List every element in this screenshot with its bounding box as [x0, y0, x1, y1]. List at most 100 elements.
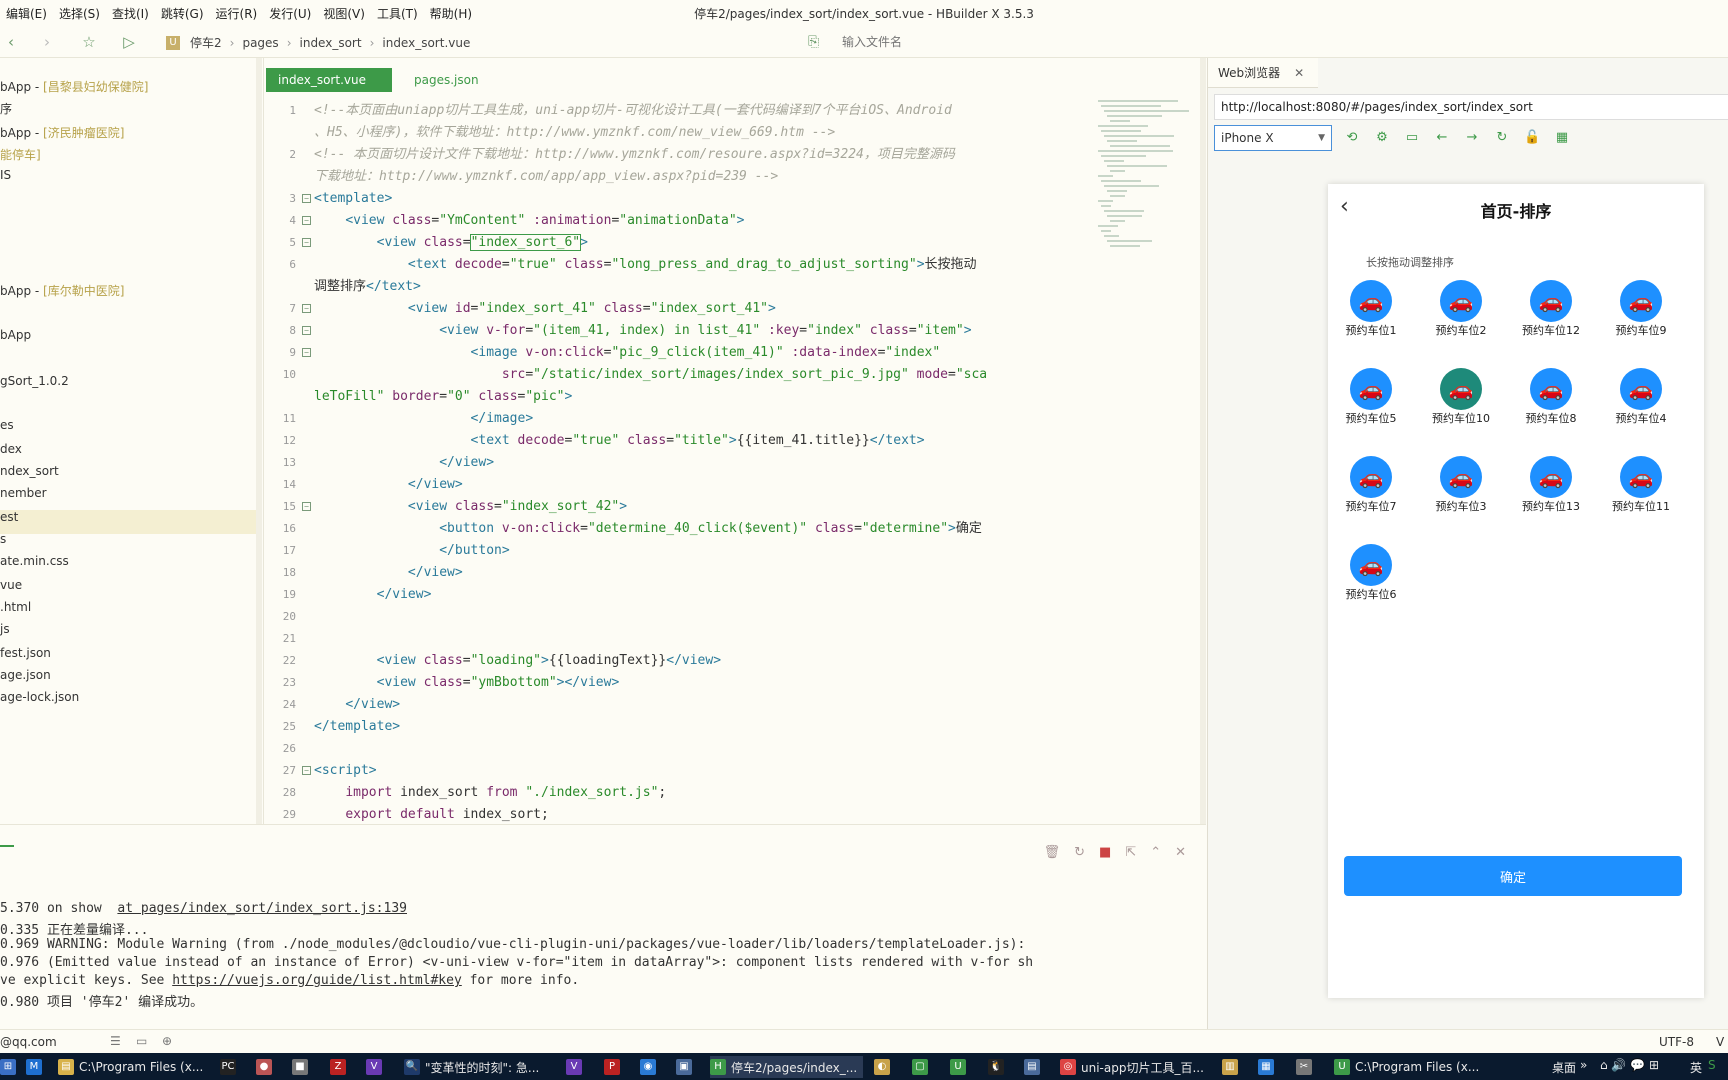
file-search[interactable]: ⎘ — [808, 31, 1188, 53]
code-line[interactable]: 4− <view class="YmContent" :animation="a… — [266, 210, 1096, 232]
vs-icon-2[interactable]: V — [566, 1056, 587, 1078]
device-select[interactable]: iPhone X ▼ — [1214, 125, 1332, 151]
app-icon-13[interactable]: ✂ — [1296, 1056, 1317, 1078]
code-line[interactable]: 21 — [266, 628, 1096, 650]
code-line[interactable]: 8− <view v-for="(item_41, index) in list… — [266, 320, 1096, 342]
parking-slot[interactable]: 🚗 预约车位3 — [1418, 456, 1504, 513]
breadcrumb-item[interactable]: 停车2 — [190, 34, 222, 51]
devtools-icon[interactable]: ▭ — [1404, 130, 1420, 146]
code-line[interactable]: 12 <text decode="true" class="title">{{i… — [266, 430, 1096, 452]
parking-slot[interactable]: 🚗 预约车位12 — [1508, 280, 1594, 337]
menu-item[interactable]: 编辑(E) — [0, 5, 53, 22]
sidebar-item[interactable]: fest.json — [0, 646, 51, 660]
parking-slot[interactable]: 🚗 预约车位2 — [1418, 280, 1504, 337]
app-icon-4[interactable]: P — [604, 1056, 625, 1078]
sidebar-item[interactable]: gSort_1.0.2 — [0, 374, 69, 388]
code-line[interactable]: 19 </view> — [266, 584, 1096, 606]
tray-icons[interactable]: ⌂ 🔊 💬 ⊞ — [1600, 1058, 1659, 1072]
close-panel-icon[interactable]: ✕ — [1175, 845, 1186, 860]
code-area[interactable]: 1 <!--本页面由uniapp切片工具生成，uni-app切片-可视化设计工具(… — [266, 100, 1096, 824]
code-line[interactable]: 23 <view class="ymBbottom"></view> — [266, 672, 1096, 694]
run-icon[interactable]: ▷ — [120, 33, 138, 51]
code-line[interactable]: 17 </button> — [266, 540, 1096, 562]
sidebar-item[interactable]: est — [0, 510, 18, 524]
terminal-icon[interactable]: ▭ — [136, 1034, 147, 1048]
app-icon-12[interactable]: ▦ — [1258, 1056, 1279, 1078]
code-line[interactable]: 调整排序</text> — [266, 276, 1096, 298]
stop-icon[interactable]: ■ — [1099, 845, 1111, 860]
parking-slot[interactable]: 🚗 预约车位8 — [1508, 368, 1594, 425]
tab-pages-json[interactable]: pages.json — [402, 68, 491, 92]
sidebar-item[interactable]: dex — [0, 442, 22, 456]
menu-item[interactable]: 选择(S) — [53, 5, 106, 22]
app-icon-9[interactable]: U — [950, 1056, 971, 1078]
code-line[interactable]: 6 <text decode="true" class="long_press_… — [266, 254, 1096, 276]
taskbar-item-hbuilder[interactable]: H 停车2/pages/index_... — [710, 1056, 864, 1078]
taskbar-item-chrome[interactable]: ◎ uni-app切片工具_百... — [1060, 1056, 1204, 1078]
start-icon[interactable]: ⊞ — [0, 1056, 21, 1078]
code-line[interactable]: 5− <view class="index_sort_6"> — [266, 232, 1096, 254]
url-field[interactable]: http://localhost:8080/#/pages/index_sort… — [1214, 94, 1728, 120]
menu-item[interactable]: 视图(V) — [317, 5, 371, 22]
app-icon-6[interactable]: ▣ — [676, 1056, 697, 1078]
code-line[interactable]: 24 </view> — [266, 694, 1096, 716]
sidebar-item[interactable]: es — [0, 418, 14, 432]
tray-app-icon[interactable]: S — [1708, 1058, 1716, 1072]
rotate-icon[interactable]: ⟲ — [1344, 130, 1360, 146]
car-icon[interactable]: 🚗 — [1530, 280, 1572, 322]
chevron-up-icon[interactable]: ⌃ — [1150, 845, 1161, 860]
fold-toggle-icon[interactable]: − — [302, 766, 311, 775]
sidebar-item[interactable]: bApp - [库尔勒中医院] — [0, 282, 124, 299]
fold-toggle-icon[interactable]: − — [302, 326, 311, 335]
sidebar-item[interactable]: bApp - [昌黎县妇幼保健院] — [0, 78, 148, 95]
parking-slot[interactable]: 🚗 预约车位11 — [1598, 456, 1684, 513]
menu-item[interactable]: 工具(T) — [371, 5, 424, 22]
editor-scrollbar[interactable] — [1200, 58, 1206, 824]
sidebar-scrollbar[interactable] — [256, 58, 262, 824]
app-icon-3[interactable]: ■ — [292, 1056, 313, 1078]
code-line[interactable]: 22 <view class="loading">{{loadingText}}… — [266, 650, 1096, 672]
app-icon-10[interactable]: ▤ — [1024, 1056, 1045, 1078]
back-arrow-icon[interactable]: ‹ — [2, 33, 20, 51]
breadcrumb-item[interactable]: index_sort.vue — [382, 36, 470, 50]
desktop-label[interactable]: 桌面 — [1552, 1059, 1576, 1076]
parking-slot[interactable]: 🚗 预约车位7 — [1328, 456, 1414, 513]
mail-app-icon[interactable]: M — [26, 1056, 47, 1078]
menu-item[interactable]: 查找(I) — [106, 5, 155, 22]
code-line[interactable]: 25 </template> — [266, 716, 1096, 738]
code-line[interactable]: 16 <button v-on:click="determine_40_clic… — [266, 518, 1096, 540]
sidebar-item[interactable]: age-lock.json — [0, 690, 79, 704]
sidebar-item[interactable]: nember — [0, 486, 47, 500]
lock-icon[interactable]: 🔓 — [1524, 130, 1540, 146]
qq-icon[interactable]: 🐧 — [988, 1056, 1009, 1078]
forward-arrow-icon[interactable]: › — [38, 33, 56, 51]
console-link[interactable]: at pages/index_sort/index_sort.js:139 — [117, 901, 407, 916]
app-icon-2[interactable]: ● — [256, 1056, 277, 1078]
filezilla-icon[interactable]: Z — [330, 1056, 351, 1078]
car-icon[interactable]: 🚗 — [1440, 456, 1482, 498]
refresh-icon[interactable]: ↻ — [1074, 845, 1085, 860]
taskbar-item-search[interactable]: 🔍 "变革性的时刻": 急... — [404, 1056, 539, 1078]
vs-icon[interactable]: V — [366, 1056, 387, 1078]
car-icon[interactable]: 🚗 — [1350, 280, 1392, 322]
code-line[interactable]: 10 src="/static/index_sort/images/index_… — [266, 364, 1096, 386]
taskbar-item-explorer-2[interactable]: U C:\Program Files (x... — [1334, 1056, 1479, 1078]
car-icon[interactable]: 🚗 — [1440, 280, 1482, 322]
app-icon-11[interactable]: ▥ — [1222, 1056, 1243, 1078]
app-icon-7[interactable]: ◐ — [874, 1056, 895, 1078]
sidebar-item[interactable]: s — [0, 532, 6, 546]
menu-item[interactable]: 帮助(H) — [424, 5, 478, 22]
car-icon[interactable]: 🚗 — [1350, 368, 1392, 410]
account-email[interactable]: @qq.com — [0, 1035, 57, 1049]
car-icon[interactable]: 🚗 — [1350, 544, 1392, 586]
parking-slot[interactable]: 🚗 预约车位4 — [1598, 368, 1684, 425]
code-line[interactable]: 1 <!--本页面由uniapp切片工具生成，uni-app切片-可视化设计工具(… — [266, 100, 1096, 122]
code-line[interactable]: 2 <!-- 本页面切片设计文件下载地址：http://www.ymznkf.co… — [266, 144, 1096, 166]
encoding[interactable]: UTF-8 — [1659, 1035, 1694, 1049]
car-icon[interactable]: 🚗 — [1530, 456, 1572, 498]
parking-slot[interactable]: 🚗 预约车位5 — [1328, 368, 1414, 425]
globe-icon[interactable]: ⊕ — [162, 1034, 172, 1048]
clear-console-icon[interactable]: 🗑 — [1044, 845, 1061, 860]
code-line[interactable]: 27− <script> — [266, 760, 1096, 782]
code-line[interactable]: 26 — [266, 738, 1096, 760]
